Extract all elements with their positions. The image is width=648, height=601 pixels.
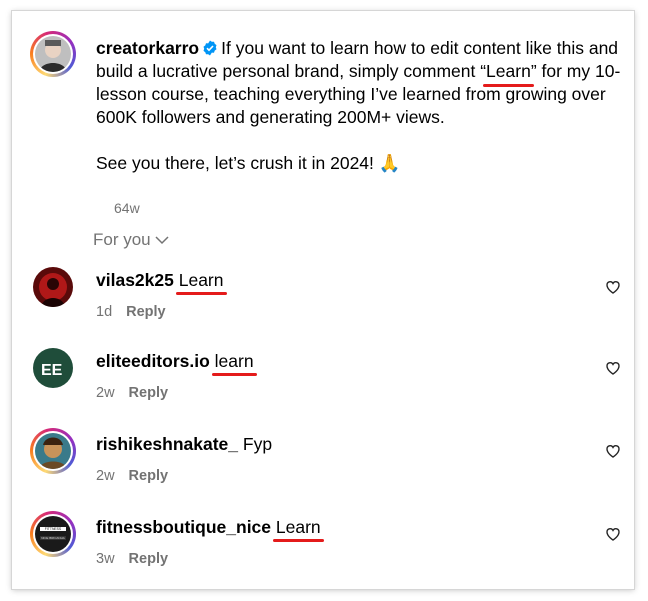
person-avatar-icon [35, 36, 71, 72]
comment-item: rishikeshnakate_ Fyp 2w Reply [30, 428, 624, 491]
avatar-brand-text: FITTNESS [45, 527, 62, 531]
caption-keyword: Learn [483, 61, 534, 87]
verified-badge-icon [203, 40, 217, 56]
comment-meta: 1d Reply [96, 304, 166, 320]
heart-icon[interactable] [605, 443, 621, 459]
comment-meta: 3w Reply [96, 551, 168, 567]
comment-body: Learn [175, 270, 227, 295]
post-username[interactable]: creatorkarro [96, 38, 199, 58]
reply-button[interactable]: Reply [129, 551, 169, 567]
reply-button[interactable]: Reply [129, 468, 169, 484]
comment-text: vilas2k25 Learn [96, 270, 227, 295]
post-author-avatar[interactable] [30, 31, 76, 77]
comment-item: vilas2k25 Learn 1d Reply [30, 267, 624, 327]
svg-text:EE: EE [41, 362, 63, 379]
comment-timestamp[interactable]: 2w [96, 385, 115, 401]
comment-body: Learn [272, 517, 324, 542]
comment-username[interactable]: rishikeshnakate_ [96, 434, 238, 454]
comment-sort-label: For you [93, 230, 151, 249]
reply-button[interactable]: Reply [126, 304, 166, 320]
comment-timestamp[interactable]: 3w [96, 551, 115, 567]
comment-username[interactable]: vilas2k25 [96, 270, 174, 290]
caption-second-paragraph: See you there, let’s crush it in 2024! 🙏 [96, 153, 401, 173]
commenter-avatar[interactable]: FITTNESS NICE BRICANHA [30, 511, 76, 557]
comment-item: EE eliteeditors.io learn 2w Reply [30, 348, 624, 408]
comment-text: eliteeditors.io learn [96, 351, 257, 376]
comment-meta: 2w Reply [96, 468, 168, 484]
comment-item: FITTNESS NICE BRICANHA fitnessboutique_n… [30, 511, 624, 574]
avatar-brand-subtext: NICE BRICANHA [41, 536, 65, 540]
commenter-avatar[interactable] [33, 267, 73, 307]
brand-logo-avatar: FITTNESS NICE BRICANHA [35, 516, 71, 552]
reply-button[interactable]: Reply [129, 385, 169, 401]
heart-icon[interactable] [605, 526, 621, 542]
heart-icon[interactable] [605, 360, 621, 376]
heart-icon[interactable] [605, 279, 621, 295]
comment-username[interactable]: fitnessboutique_nice [96, 517, 271, 537]
comment-meta: 2w Reply [96, 385, 168, 401]
commenter-avatar[interactable] [30, 428, 76, 474]
person-avatar-icon [35, 433, 71, 469]
comment-sort-dropdown[interactable]: For you [93, 230, 169, 250]
post-caption: creatorkarro If you want to learn how to … [96, 37, 624, 175]
post-timestamp[interactable]: 64w [114, 200, 140, 216]
comment-timestamp[interactable]: 2w [96, 468, 115, 484]
comment-text: fitnessboutique_nice Learn [96, 517, 324, 542]
comment-text: rishikeshnakate_ Fyp [96, 434, 272, 455]
comment-body: Fyp [242, 434, 273, 454]
comment-body: learn [211, 351, 257, 376]
comment-username[interactable]: eliteeditors.io [96, 351, 210, 371]
commenter-avatar[interactable]: EE [33, 348, 73, 388]
chevron-down-icon [155, 236, 169, 245]
comment-timestamp[interactable]: 1d [96, 304, 112, 320]
comments-panel: creatorkarro If you want to learn how to … [12, 11, 634, 589]
